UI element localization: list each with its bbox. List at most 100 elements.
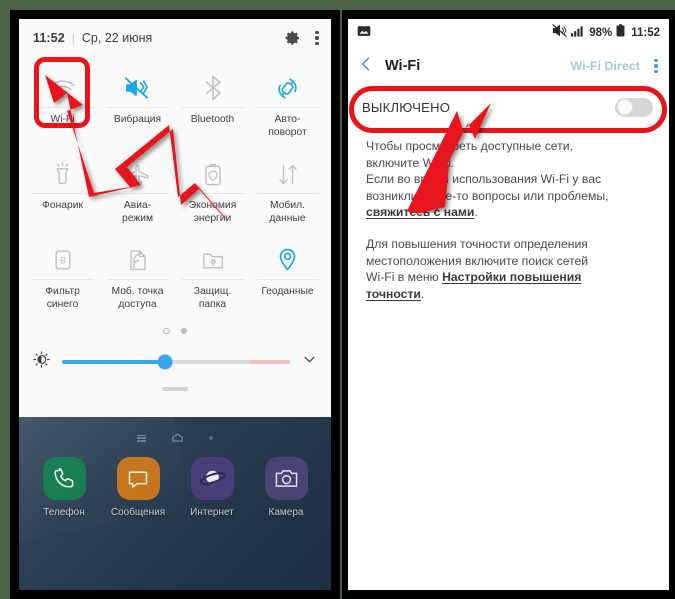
quick-tile-airplane[interactable]: Авиа-режим	[100, 143, 175, 225]
quick-panel-page-indicator	[19, 325, 331, 337]
description-line: Для повышения точности определения	[366, 236, 588, 251]
status-separator: |	[71, 31, 75, 45]
quick-tile-secure-folder[interactable]: Защищ. папка	[175, 229, 250, 311]
left-phone-mockup: 11:52 | Ср, 22 июня Wi-Fi Вибрация Bluet…	[10, 10, 340, 599]
dock-app-phone[interactable]: Телефон	[31, 457, 97, 518]
accuracy-settings-link[interactable]: Настройки повышения	[442, 270, 581, 284]
description-line: Если во время использования Wi-Fi у вас	[366, 172, 602, 187]
hotspot-icon	[127, 243, 149, 277]
tile-divider	[106, 107, 169, 108]
wifi-icon	[49, 71, 76, 105]
signal-bars-icon	[571, 24, 585, 42]
description-line-with-link: свяжитесь с нами.	[366, 204, 651, 221]
mute-icon	[552, 23, 567, 42]
battery-saver-icon	[203, 157, 223, 191]
quick-tile-vibrate[interactable]: Вибрация	[100, 61, 175, 139]
quick-tile-location[interactable]: Геоданные	[250, 229, 325, 311]
chevron-down-icon[interactable]	[302, 352, 317, 372]
dock-app-camera[interactable]: Камера	[253, 457, 319, 518]
quick-tile-label: Авиа-режим	[121, 200, 154, 224]
description-line: возникли какие-то вопросы или проблемы,	[366, 188, 609, 203]
brightness-slider[interactable]	[62, 354, 290, 370]
dock-app-label: Интернет	[190, 507, 234, 518]
battery-icon	[616, 23, 625, 42]
dock-app-label: Телефон	[43, 507, 85, 518]
page-dot-1[interactable]	[163, 327, 170, 335]
gear-icon[interactable]	[285, 30, 301, 46]
quick-tile-label: Геоданные	[261, 286, 314, 297]
tile-divider	[106, 193, 169, 194]
dock-app-label: Сообщения	[110, 507, 166, 518]
image-icon	[357, 24, 371, 42]
wifi-description-body: Чтобы просмотреть доступные сети, включи…	[348, 128, 669, 302]
tile-divider	[106, 279, 169, 280]
panel-drag-handle[interactable]	[162, 387, 188, 391]
left-phone-screen: 11:52 | Ср, 22 июня Wi-Fi Вибрация Bluet…	[19, 19, 331, 590]
quick-tile-mobile-data[interactable]: Мобил. данные	[250, 143, 325, 225]
quick-tile-label: Мобил. данные	[269, 200, 306, 224]
page-dot-2[interactable]	[180, 327, 187, 335]
quick-tile-flashlight[interactable]: Фонарик	[25, 143, 100, 225]
quick-tile-bluetooth[interactable]: Bluetooth	[175, 61, 250, 139]
quick-tile-blue-light-filter[interactable]: B Фильтр синего	[25, 229, 100, 311]
status-time: 11:52	[33, 31, 65, 45]
sentence-period: .	[420, 286, 425, 301]
battery-percent: 98%	[589, 26, 613, 39]
home-icon[interactable]	[172, 429, 183, 447]
quick-tiles-row-3: B Фильтр синего Моб. точка доступа Защищ…	[19, 225, 331, 311]
quick-tile-label: Защищ. папка	[193, 286, 232, 310]
internet-icon	[190, 457, 234, 500]
quick-tile-label: Моб. точка доступа	[111, 286, 164, 310]
description-line-with-link: точности.	[366, 286, 651, 303]
quick-tile-label: Авто-поворот	[268, 114, 307, 138]
page-title: Wi-Fi	[385, 58, 421, 74]
wifi-toggle-label: ВЫКЛЮЧЕНО	[362, 99, 451, 115]
camera-icon	[264, 457, 308, 500]
status-time: 11:52	[631, 26, 660, 39]
contact-us-link[interactable]: свяжитесь с нами	[366, 205, 474, 219]
dock-app-messages[interactable]: Сообщения	[105, 457, 171, 518]
wifi-toggle-switch[interactable]	[615, 97, 653, 117]
quick-tile-label: Экономия энергии	[188, 200, 237, 224]
quick-tile-hotspot[interactable]: Моб. точка доступа	[100, 229, 175, 311]
quick-tile-power-saving[interactable]: Экономия энергии	[175, 143, 250, 225]
quick-tile-auto-rotate[interactable]: Авто-поворот	[250, 61, 325, 139]
screenshot-frame: 11:52 | Ср, 22 июня Wi-Fi Вибрация Bluet…	[0, 0, 675, 599]
app-dock: Телефон Сообщения Интернет Камера	[19, 443, 331, 518]
wifi-toggle-row[interactable]: ВЫКЛЮЧЕНО	[348, 86, 669, 128]
blue-light-filter-icon: B	[53, 243, 73, 277]
bluetooth-icon	[203, 71, 223, 105]
kebab-menu-icon[interactable]	[654, 58, 658, 74]
accuracy-settings-link-cont[interactable]: точности	[366, 287, 421, 301]
navigation-bar	[19, 417, 331, 443]
description-line: местоположения включите поиск сетей	[366, 253, 589, 268]
slider-warm-segment	[248, 360, 290, 364]
tile-divider	[256, 193, 319, 194]
flashlight-icon	[53, 157, 72, 191]
tile-divider	[181, 279, 244, 280]
back-chevron-icon[interactable]	[357, 55, 375, 78]
kebab-menu-icon[interactable]	[315, 30, 319, 46]
tile-divider	[256, 107, 319, 108]
brightness-icon	[33, 351, 50, 373]
quick-tile-wifi[interactable]: Wi-Fi	[25, 61, 100, 139]
description-line: включите Wi-Fi.	[366, 155, 455, 170]
svg-text:B: B	[59, 256, 65, 266]
dock-app-internet[interactable]: Интернет	[179, 457, 245, 518]
quick-tiles-row-1: Wi-Fi Вибрация Bluetooth Авто- поворот	[19, 57, 331, 139]
sentence-period: .	[474, 205, 478, 220]
settings-status-bar: 98% 11:52	[348, 19, 669, 46]
description-text: Wi-Fi в меню	[366, 270, 443, 285]
tile-divider	[31, 107, 94, 108]
slider-knob[interactable]	[157, 354, 173, 370]
tile-divider	[181, 193, 244, 194]
mobile-data-icon	[276, 157, 300, 191]
recents-icon[interactable]	[137, 434, 146, 442]
wifi-direct-button[interactable]: Wi-Fi Direct	[571, 59, 640, 73]
quick-settings-panel: 11:52 | Ср, 22 июня Wi-Fi Вибрация Bluet…	[19, 19, 331, 417]
auto-rotate-icon	[275, 71, 300, 105]
back-icon[interactable]	[209, 436, 213, 440]
home-screen: Телефон Сообщения Интернет Камера	[19, 417, 331, 590]
status-bar-indicators: 98% 11:52	[552, 23, 660, 42]
